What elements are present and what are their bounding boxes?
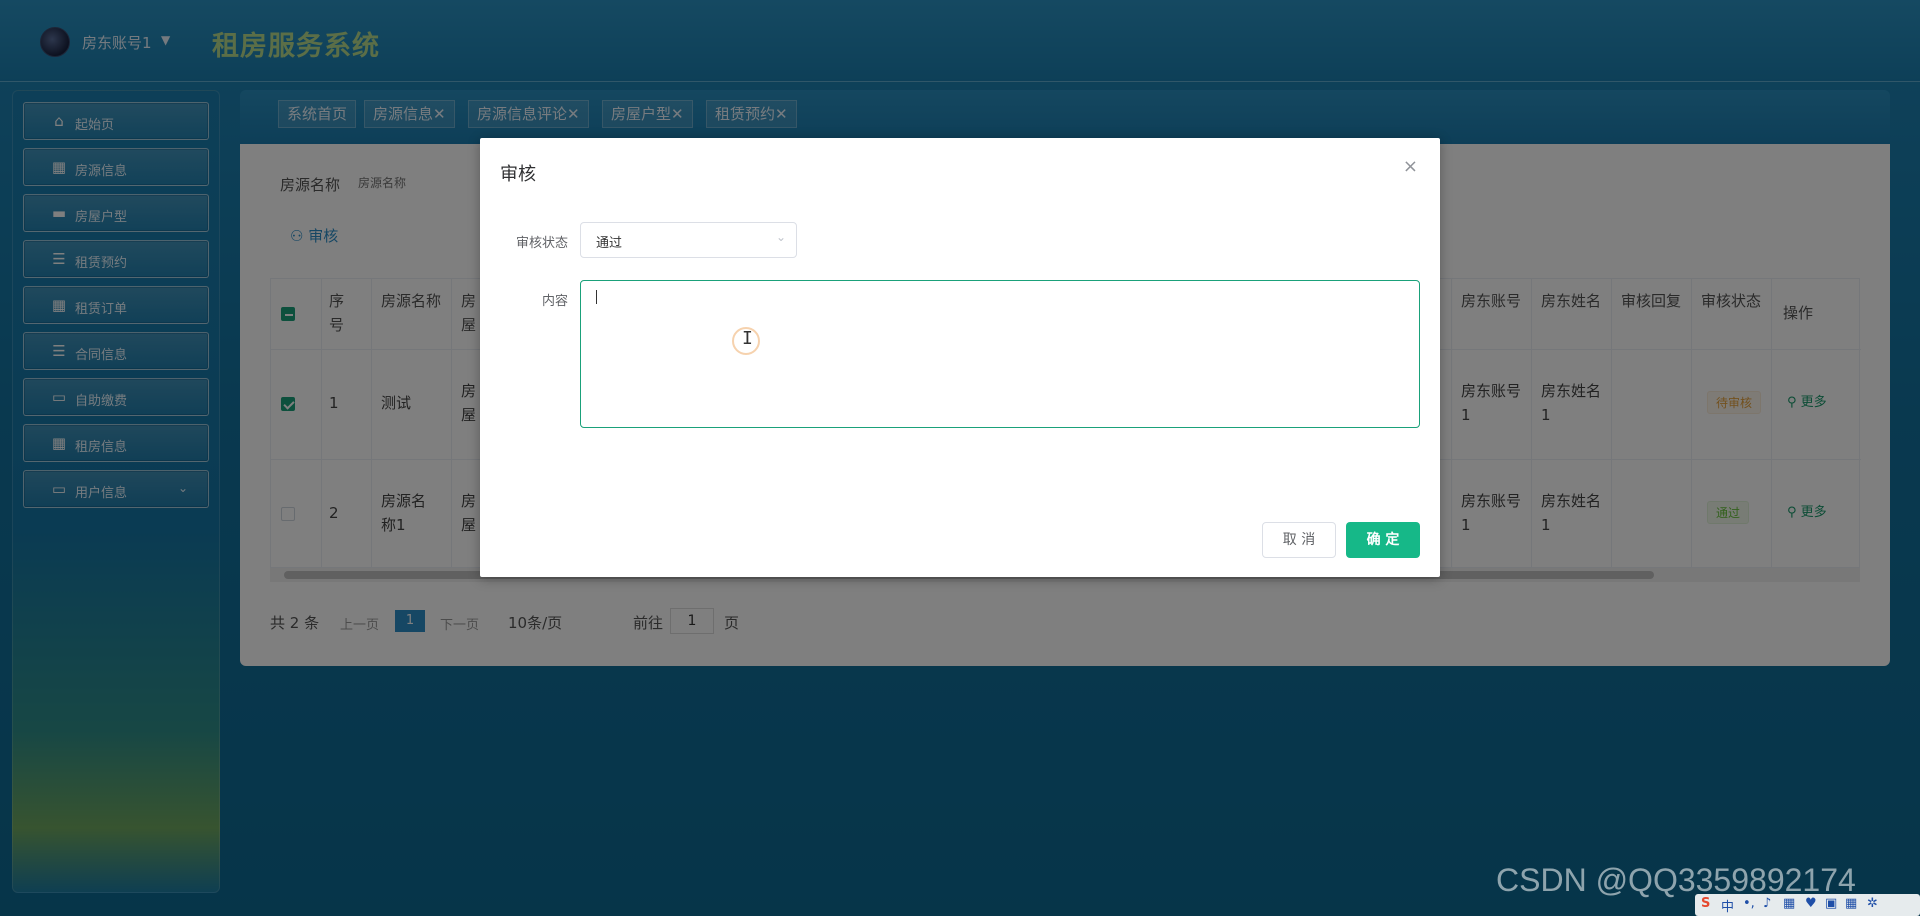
content-field-label: 内容 (541, 294, 568, 309)
content-textarea[interactable] (580, 280, 1420, 428)
ime-mode-icon[interactable]: 中 (1721, 896, 1734, 915)
close-icon[interactable]: × (1403, 156, 1418, 177)
text-caret (596, 290, 597, 304)
skin-icon[interactable]: ♥ (1805, 896, 1817, 911)
dialog-title: 审核 (500, 164, 536, 185)
cancel-button[interactable]: 取 消 (1262, 522, 1336, 558)
ime-tray: S 中 •, ♪ ▦ ♥ ▣ ▦ ✲ (1695, 894, 1920, 916)
microphone-icon[interactable]: ♪ (1763, 896, 1771, 911)
toolbox-icon[interactable]: ▣ (1825, 896, 1837, 911)
status-field-label: 审核状态 (515, 236, 568, 251)
status-select[interactable]: 通过 ⌄ (580, 222, 797, 258)
confirm-button[interactable]: 确 定 (1346, 522, 1420, 558)
sogou-icon[interactable]: S (1701, 896, 1710, 911)
audit-dialog: 审核 × 审核状态 通过 ⌄ 内容 I 取 消 确 定 (480, 138, 1440, 577)
ibeam-cursor-icon: I (742, 328, 753, 349)
punctuation-icon[interactable]: •, (1743, 896, 1755, 911)
keyboard-icon[interactable]: ▦ (1783, 896, 1795, 911)
apps-icon[interactable]: ▦ (1845, 896, 1857, 911)
settings-icon[interactable]: ✲ (1867, 896, 1878, 911)
chevron-down-icon: ⌄ (775, 230, 786, 244)
status-select-value: 通过 (596, 236, 623, 251)
